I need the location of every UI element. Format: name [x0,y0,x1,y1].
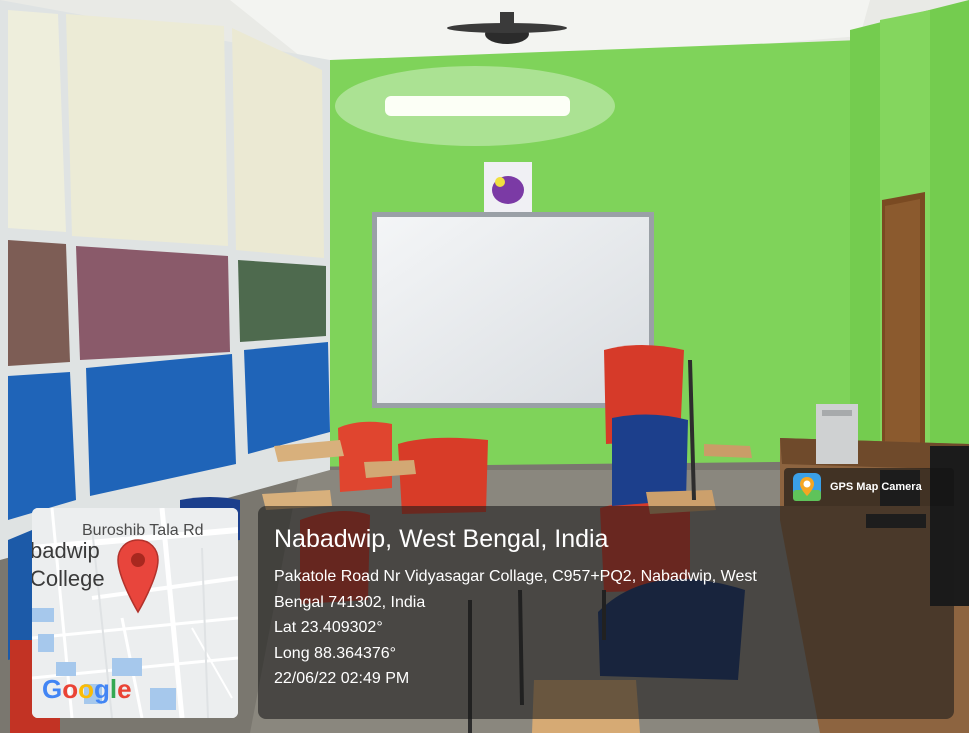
map-place-label-1: badwip [32,538,100,563]
location-title: Nabadwip, West Bengal, India [274,525,609,553]
map-thumbnail: Buroshib Tala Rd badwip College Google [32,508,238,718]
address-line-1: Pakatole Road Nr Vidyasagar Collage, C95… [274,568,757,585]
map-place-label-2: College [32,566,105,591]
gps-brand-name: GPS Map Camera [830,481,922,493]
gps-info-panel: Nabadwip, West Bengal, India Pakatole Ro… [258,506,954,719]
address-line-2: Bengal 741302, India [274,593,426,611]
latitude: Lat 23.409302° [274,619,383,636]
map-pin-icon [117,539,159,614]
google-logo: Google [42,674,132,704]
gps-brand-tab: GPS Map Camera [784,468,954,506]
timestamp: 22/06/22 02:49 PM [274,670,410,687]
gps-map-camera-icon [793,473,821,501]
longitude: Long 88.364376° [274,644,397,662]
